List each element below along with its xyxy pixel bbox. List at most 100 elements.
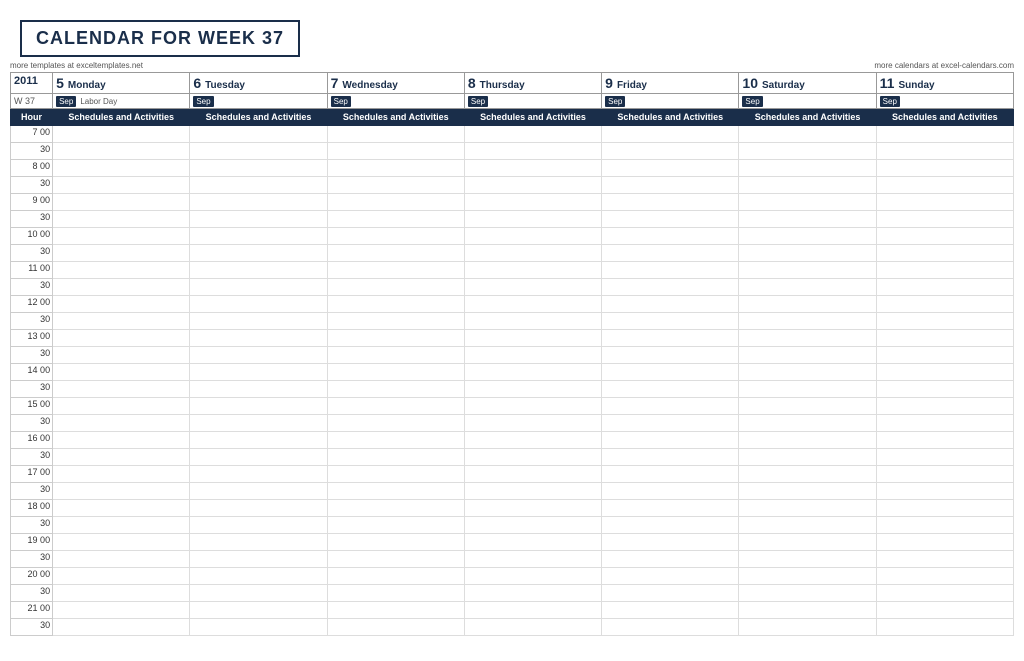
activity-cell[interactable] bbox=[190, 245, 327, 262]
activity-cell[interactable] bbox=[739, 602, 876, 619]
activity-cell[interactable] bbox=[602, 432, 739, 449]
activity-cell[interactable] bbox=[876, 432, 1013, 449]
activity-cell[interactable] bbox=[53, 483, 190, 500]
activity-cell[interactable] bbox=[190, 483, 327, 500]
activity-cell[interactable] bbox=[327, 228, 464, 245]
activity-cell[interactable] bbox=[53, 466, 190, 483]
activity-cell[interactable] bbox=[739, 381, 876, 398]
activity-cell[interactable] bbox=[190, 296, 327, 313]
activity-cell[interactable] bbox=[53, 211, 190, 228]
activity-cell[interactable] bbox=[53, 364, 190, 381]
activity-cell[interactable] bbox=[327, 262, 464, 279]
activity-cell[interactable] bbox=[602, 211, 739, 228]
activity-cell[interactable] bbox=[464, 177, 601, 194]
activity-cell[interactable] bbox=[464, 296, 601, 313]
activity-cell[interactable] bbox=[464, 415, 601, 432]
activity-cell[interactable] bbox=[739, 262, 876, 279]
activity-cell[interactable] bbox=[876, 585, 1013, 602]
activity-cell[interactable] bbox=[464, 364, 601, 381]
activity-cell[interactable] bbox=[876, 381, 1013, 398]
activity-cell[interactable] bbox=[53, 194, 190, 211]
activity-cell[interactable] bbox=[739, 585, 876, 602]
activity-cell[interactable] bbox=[739, 245, 876, 262]
activity-cell[interactable] bbox=[876, 126, 1013, 143]
activity-cell[interactable] bbox=[602, 466, 739, 483]
activity-cell[interactable] bbox=[876, 534, 1013, 551]
activity-cell[interactable] bbox=[327, 177, 464, 194]
activity-cell[interactable] bbox=[327, 347, 464, 364]
activity-cell[interactable] bbox=[602, 279, 739, 296]
activity-cell[interactable] bbox=[464, 483, 601, 500]
activity-cell[interactable] bbox=[739, 160, 876, 177]
activity-cell[interactable] bbox=[739, 534, 876, 551]
activity-cell[interactable] bbox=[53, 126, 190, 143]
activity-cell[interactable] bbox=[53, 602, 190, 619]
activity-cell[interactable] bbox=[53, 347, 190, 364]
activity-cell[interactable] bbox=[739, 466, 876, 483]
activity-cell[interactable] bbox=[876, 364, 1013, 381]
activity-cell[interactable] bbox=[876, 177, 1013, 194]
activity-cell[interactable] bbox=[602, 262, 739, 279]
activity-cell[interactable] bbox=[190, 211, 327, 228]
activity-cell[interactable] bbox=[190, 602, 327, 619]
activity-cell[interactable] bbox=[602, 347, 739, 364]
activity-cell[interactable] bbox=[327, 313, 464, 330]
activity-cell[interactable] bbox=[327, 160, 464, 177]
activity-cell[interactable] bbox=[464, 126, 601, 143]
activity-cell[interactable] bbox=[190, 466, 327, 483]
activity-cell[interactable] bbox=[53, 245, 190, 262]
activity-cell[interactable] bbox=[327, 466, 464, 483]
activity-cell[interactable] bbox=[739, 143, 876, 160]
activity-cell[interactable] bbox=[327, 143, 464, 160]
activity-cell[interactable] bbox=[53, 500, 190, 517]
activity-cell[interactable] bbox=[53, 619, 190, 636]
activity-cell[interactable] bbox=[876, 415, 1013, 432]
activity-cell[interactable] bbox=[739, 619, 876, 636]
activity-cell[interactable] bbox=[190, 432, 327, 449]
activity-cell[interactable] bbox=[876, 279, 1013, 296]
activity-cell[interactable] bbox=[53, 262, 190, 279]
activity-cell[interactable] bbox=[327, 398, 464, 415]
activity-cell[interactable] bbox=[190, 500, 327, 517]
activity-cell[interactable] bbox=[464, 279, 601, 296]
activity-cell[interactable] bbox=[53, 432, 190, 449]
activity-cell[interactable] bbox=[464, 330, 601, 347]
activity-cell[interactable] bbox=[739, 211, 876, 228]
activity-cell[interactable] bbox=[327, 534, 464, 551]
activity-cell[interactable] bbox=[464, 245, 601, 262]
activity-cell[interactable] bbox=[602, 177, 739, 194]
activity-cell[interactable] bbox=[464, 381, 601, 398]
activity-cell[interactable] bbox=[53, 177, 190, 194]
activity-cell[interactable] bbox=[190, 228, 327, 245]
activity-cell[interactable] bbox=[464, 619, 601, 636]
activity-cell[interactable] bbox=[190, 143, 327, 160]
activity-cell[interactable] bbox=[739, 313, 876, 330]
activity-cell[interactable] bbox=[876, 449, 1013, 466]
activity-cell[interactable] bbox=[464, 211, 601, 228]
activity-cell[interactable] bbox=[464, 585, 601, 602]
activity-cell[interactable] bbox=[739, 364, 876, 381]
activity-cell[interactable] bbox=[602, 381, 739, 398]
activity-cell[interactable] bbox=[464, 602, 601, 619]
activity-cell[interactable] bbox=[464, 160, 601, 177]
activity-cell[interactable] bbox=[53, 551, 190, 568]
activity-cell[interactable] bbox=[739, 517, 876, 534]
activity-cell[interactable] bbox=[602, 143, 739, 160]
activity-cell[interactable] bbox=[876, 143, 1013, 160]
activity-cell[interactable] bbox=[190, 568, 327, 585]
activity-cell[interactable] bbox=[739, 177, 876, 194]
activity-cell[interactable] bbox=[464, 466, 601, 483]
activity-cell[interactable] bbox=[602, 296, 739, 313]
activity-cell[interactable] bbox=[739, 126, 876, 143]
activity-cell[interactable] bbox=[739, 432, 876, 449]
activity-cell[interactable] bbox=[327, 279, 464, 296]
activity-cell[interactable] bbox=[53, 313, 190, 330]
activity-cell[interactable] bbox=[464, 398, 601, 415]
activity-cell[interactable] bbox=[464, 262, 601, 279]
activity-cell[interactable] bbox=[53, 330, 190, 347]
activity-cell[interactable] bbox=[327, 381, 464, 398]
activity-cell[interactable] bbox=[327, 602, 464, 619]
activity-cell[interactable] bbox=[327, 483, 464, 500]
activity-cell[interactable] bbox=[327, 449, 464, 466]
activity-cell[interactable] bbox=[602, 160, 739, 177]
